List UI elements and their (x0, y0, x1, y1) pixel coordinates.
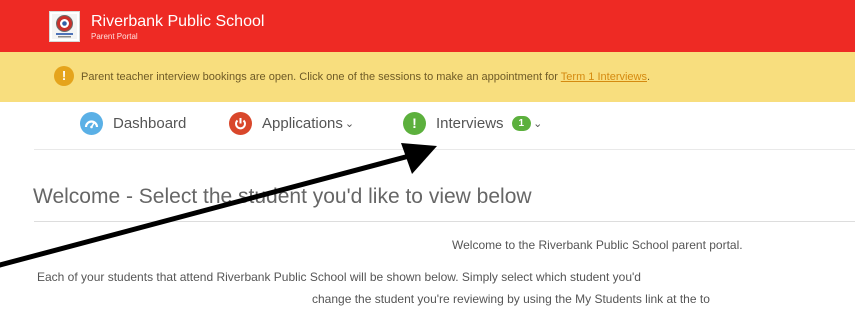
chevron-down-icon: ⌄ (533, 117, 543, 130)
alert-message: Parent teacher interview bookings are op… (81, 70, 650, 84)
nav-dashboard[interactable]: Dashboard (80, 110, 186, 136)
interviews-count-badge: 1 (511, 115, 532, 131)
term1-interviews-link[interactable]: Term 1 Interviews (561, 71, 647, 83)
alert-message-suffix: . (647, 71, 651, 83)
title-divider (34, 221, 855, 222)
app-header: Riverbank Public School Parent Portal (0, 0, 855, 52)
exclamation-icon: ! (403, 111, 426, 135)
school-logo[interactable] (49, 11, 80, 42)
instructions-line-2: change the student you're reviewing by u… (312, 292, 710, 306)
nav-applications-label: Applications (262, 114, 343, 132)
nav-interviews[interactable]: ! Interviews 1 ⌄ (403, 110, 542, 136)
nav-divider (34, 149, 855, 150)
alert-message-text: Parent teacher interview bookings are op… (81, 71, 561, 83)
school-name[interactable]: Riverbank Public School (91, 13, 264, 31)
chevron-down-icon: ⌄ (344, 117, 355, 130)
instructions-line-1: Each of your students that attend Riverb… (37, 270, 641, 284)
welcome-intro: Welcome to the Riverbank Public School p… (452, 238, 743, 252)
portal-subtitle: Parent Portal (91, 32, 138, 41)
nav-dashboard-label: Dashboard (113, 114, 187, 132)
dashboard-icon (80, 111, 103, 135)
page-title: Welcome - Select the student you'd like … (33, 185, 532, 208)
nav-applications[interactable]: Applications ⌄ (229, 110, 354, 136)
exclamation-icon: ! (54, 66, 74, 86)
nav-interviews-label: Interviews (436, 114, 504, 132)
power-icon (229, 111, 252, 135)
